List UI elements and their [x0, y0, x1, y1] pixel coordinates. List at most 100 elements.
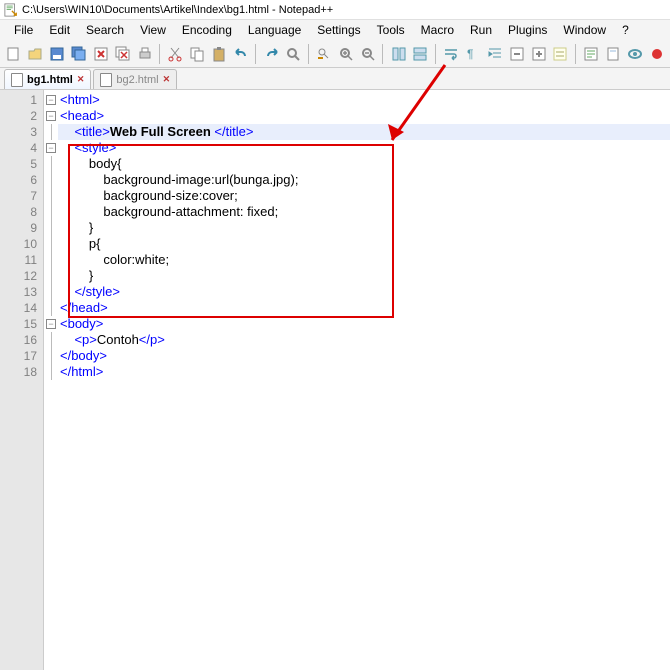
- all-chars-icon[interactable]: ¶: [464, 43, 483, 65]
- zoom-out-icon[interactable]: [358, 43, 377, 65]
- line-number: 1: [0, 92, 43, 108]
- copy-icon[interactable]: [188, 43, 207, 65]
- menu-macro[interactable]: Macro: [413, 21, 462, 39]
- replace-icon[interactable]: [315, 43, 334, 65]
- zoom-in-icon[interactable]: [337, 43, 356, 65]
- fold-cell[interactable]: [44, 172, 58, 188]
- editor-area[interactable]: 123456789101112131415161718 −−−− <html> …: [0, 90, 670, 670]
- cut-icon[interactable]: [166, 43, 185, 65]
- code-line: }: [60, 268, 93, 283]
- print-icon[interactable]: [135, 43, 154, 65]
- code-line: <style>: [60, 140, 116, 155]
- tab-bg1-html[interactable]: bg1.html✕: [4, 69, 91, 89]
- save-all-icon[interactable]: [70, 43, 89, 65]
- indent-icon[interactable]: [485, 43, 504, 65]
- menu-file[interactable]: File: [6, 21, 41, 39]
- code-line: <body>: [60, 316, 103, 331]
- monitor-icon[interactable]: [625, 43, 644, 65]
- close-icon[interactable]: [91, 43, 110, 65]
- line-number-gutter: 123456789101112131415161718: [0, 90, 44, 670]
- find-icon[interactable]: [284, 43, 303, 65]
- code-line: background-image:url(bunga.jpg);: [60, 172, 298, 187]
- func-list-icon[interactable]: [582, 43, 601, 65]
- redo-icon[interactable]: [262, 43, 281, 65]
- fold-cell[interactable]: [44, 156, 58, 172]
- line-number: 13: [0, 284, 43, 300]
- fold-cell[interactable]: −: [44, 92, 58, 108]
- code-pane[interactable]: <html> <head> <title>Web Full Screen </t…: [58, 90, 670, 670]
- line-number: 5: [0, 156, 43, 172]
- fold-cell[interactable]: [44, 300, 58, 316]
- fold-cell[interactable]: [44, 268, 58, 284]
- line-number: 3: [0, 124, 43, 140]
- close-tab-icon[interactable]: ✕: [77, 74, 85, 85]
- line-number: 7: [0, 188, 43, 204]
- paste-icon[interactable]: [210, 43, 229, 65]
- wrap-icon[interactable]: [442, 43, 461, 65]
- fold-cell[interactable]: [44, 236, 58, 252]
- line-number: 15: [0, 316, 43, 332]
- menu-view[interactable]: View: [132, 21, 174, 39]
- line-number: 4: [0, 140, 43, 156]
- line-number: 2: [0, 108, 43, 124]
- menu-?[interactable]: ?: [614, 21, 637, 39]
- line-number: 11: [0, 252, 43, 268]
- fold-cell[interactable]: [44, 204, 58, 220]
- code-line: <p>: [60, 332, 97, 347]
- menu-tools[interactable]: Tools: [369, 21, 413, 39]
- code-line: body{: [60, 156, 121, 171]
- menu-settings[interactable]: Settings: [309, 21, 368, 39]
- tab-bg2-html[interactable]: bg2.html✕: [93, 69, 177, 89]
- menu-encoding[interactable]: Encoding: [174, 21, 240, 39]
- app-icon: [4, 3, 18, 17]
- code-line: </body>: [60, 348, 107, 363]
- code-line: <title>: [60, 124, 110, 139]
- fold-cell[interactable]: [44, 188, 58, 204]
- code-line: </html>: [60, 364, 103, 379]
- menu-window[interactable]: Window: [555, 21, 614, 39]
- menubar[interactable]: FileEditSearchViewEncodingLanguageSettin…: [0, 20, 670, 40]
- close-all-icon[interactable]: [113, 43, 132, 65]
- fold-gutter[interactable]: − − − −: [44, 90, 58, 670]
- fold-cell[interactable]: [44, 220, 58, 236]
- fold-minus-icon[interactable]: −: [46, 143, 56, 153]
- fold-minus-icon[interactable]: −: [46, 95, 56, 105]
- save-icon[interactable]: [48, 43, 67, 65]
- fold-minus-icon[interactable]: −: [46, 319, 56, 329]
- file-icon: [100, 73, 112, 87]
- line-number: 16: [0, 332, 43, 348]
- fold-minus-icon[interactable]: −: [46, 111, 56, 121]
- hide-lines-icon[interactable]: [551, 43, 570, 65]
- code-line: <head>: [60, 108, 104, 123]
- code-line: </style>: [60, 284, 120, 299]
- fold-cell[interactable]: [44, 252, 58, 268]
- svg-text:¶: ¶: [467, 47, 473, 61]
- fold-cell[interactable]: [44, 348, 58, 364]
- close-tab-icon[interactable]: ✕: [163, 74, 171, 85]
- fold-cell[interactable]: [44, 284, 58, 300]
- line-number: 8: [0, 204, 43, 220]
- open-file-icon[interactable]: [26, 43, 45, 65]
- file-icon: [11, 73, 23, 87]
- menu-run[interactable]: Run: [462, 21, 500, 39]
- new-file-icon[interactable]: [4, 43, 23, 65]
- fold-cell[interactable]: [44, 332, 58, 348]
- fold-cell[interactable]: −: [44, 316, 58, 332]
- fold-cell[interactable]: [44, 124, 58, 140]
- fold-cell[interactable]: −: [44, 108, 58, 124]
- menu-edit[interactable]: Edit: [41, 21, 78, 39]
- doc-map-icon[interactable]: [604, 43, 623, 65]
- sync-h-icon[interactable]: [411, 43, 430, 65]
- menu-plugins[interactable]: Plugins: [500, 21, 555, 39]
- unfold-icon[interactable]: [529, 43, 548, 65]
- menu-language[interactable]: Language: [240, 21, 309, 39]
- undo-icon[interactable]: [231, 43, 250, 65]
- record-icon[interactable]: [647, 43, 666, 65]
- menu-search[interactable]: Search: [78, 21, 132, 39]
- fold-icon[interactable]: [507, 43, 526, 65]
- fold-cell[interactable]: −: [44, 140, 58, 156]
- line-number: 17: [0, 348, 43, 364]
- code-line: color:white;: [60, 252, 169, 267]
- sync-v-icon[interactable]: [389, 43, 408, 65]
- fold-cell[interactable]: [44, 364, 58, 380]
